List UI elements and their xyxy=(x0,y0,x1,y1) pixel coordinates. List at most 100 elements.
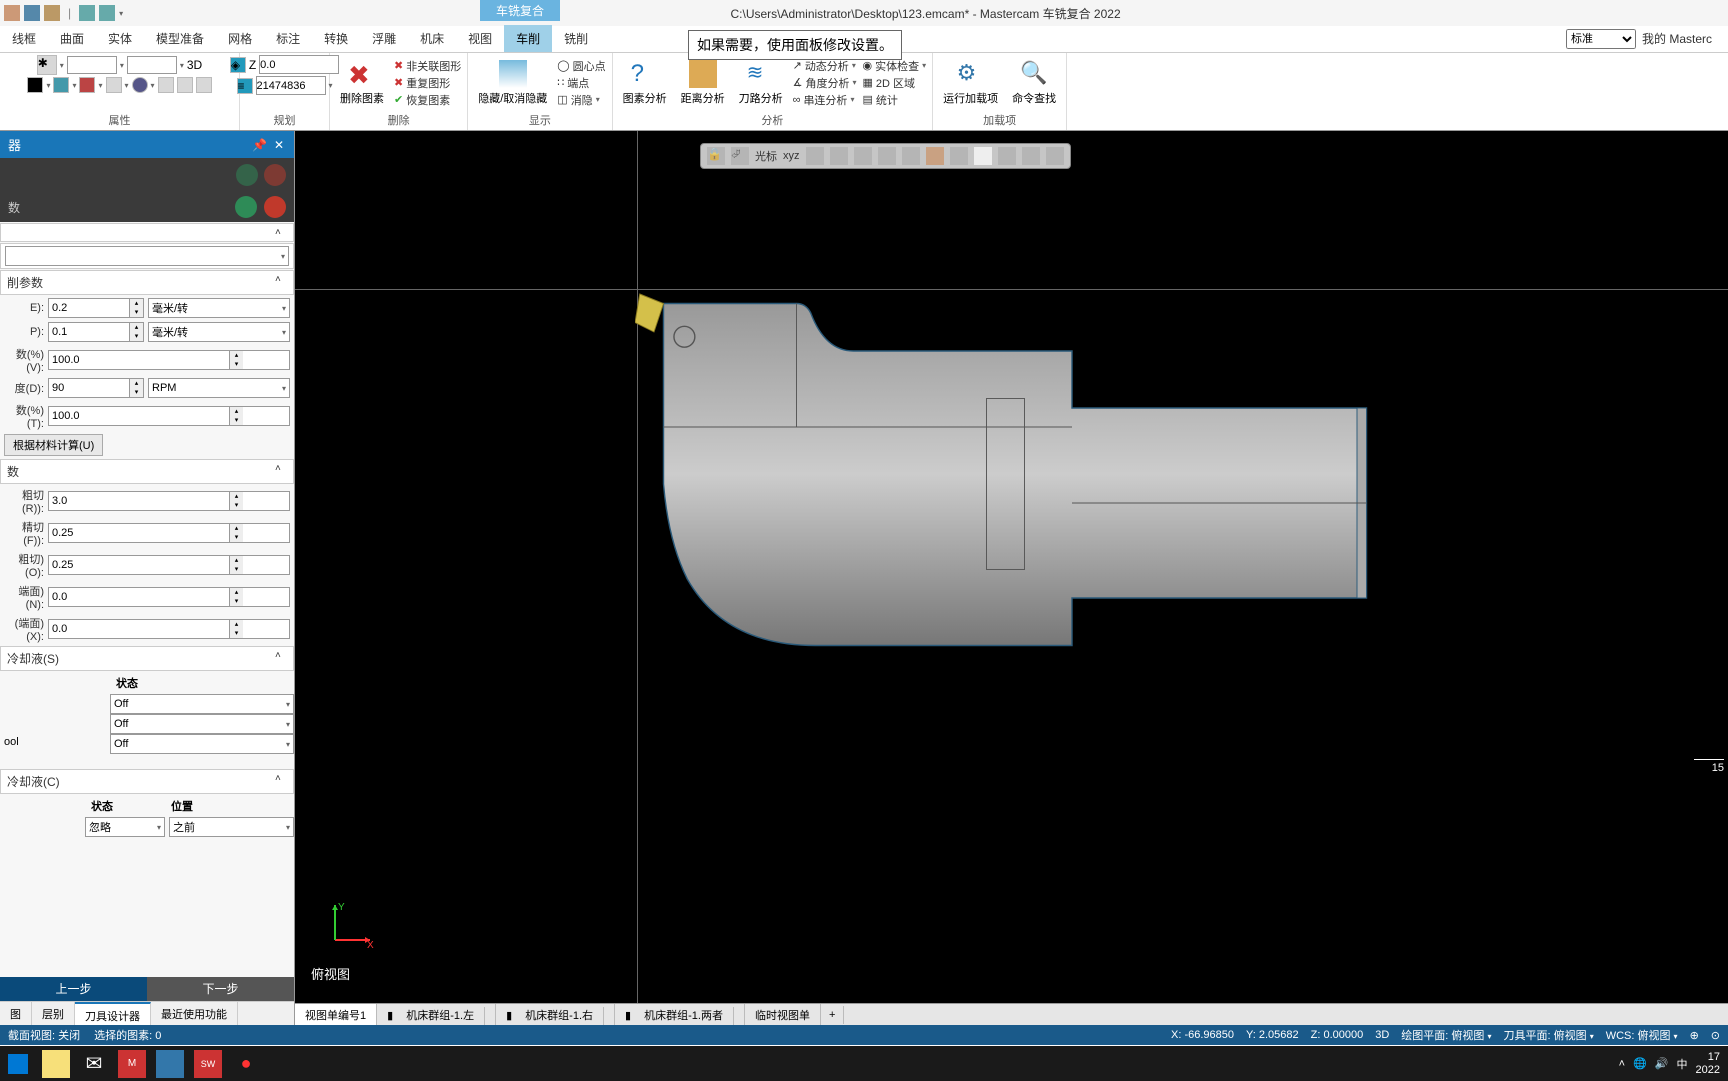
prev-step-button[interactable]: 上一步 xyxy=(0,977,147,1001)
angle-button[interactable]: ∡角度分析▾ xyxy=(793,75,857,91)
coolant-c-status[interactable]: 忽略▾ xyxy=(85,817,165,837)
section-coolant-s[interactable]: 冷却液(S)˄ xyxy=(0,646,294,671)
graphics-viewport[interactable]: 🔒 ⮰ 光标 xyz xyxy=(295,131,1728,1025)
z-icon[interactable]: ◈ xyxy=(230,57,246,73)
tray-up-icon[interactable]: ˄ xyxy=(1619,1058,1625,1070)
tab-levels-1[interactable]: 层别 xyxy=(32,1002,75,1025)
tab-milling[interactable]: 铣削 xyxy=(552,25,600,52)
analyze-entity-button[interactable]: ?图素分析 xyxy=(619,58,671,108)
section-params-header[interactable]: 削参数˄ xyxy=(0,270,294,295)
status-tplane[interactable]: 刀具平面: 俯视图 ▾ xyxy=(1504,1027,1594,1043)
task-record[interactable]: ● xyxy=(232,1050,260,1078)
delete-entities-button[interactable]: ✖ 删除图素 xyxy=(336,58,388,108)
status-mode[interactable]: 3D xyxy=(1375,1029,1389,1041)
fb-9-icon[interactable] xyxy=(998,147,1016,165)
run-addin-button[interactable]: ⚙运行加载项 xyxy=(939,58,1002,108)
fill-icon[interactable] xyxy=(53,77,69,93)
pct-t-input[interactable]: ▴▾ xyxy=(48,406,290,426)
chain-button[interactable]: ∞串连分析▾ xyxy=(793,92,857,108)
tab-turning[interactable]: 车削 xyxy=(504,25,552,52)
blank-button[interactable]: ◫消隐▾ xyxy=(557,92,605,108)
tab-mesh[interactable]: 网格 xyxy=(216,25,264,52)
centerpt-button[interactable]: ◯圆心点 xyxy=(557,58,605,74)
fb-1-icon[interactable] xyxy=(806,147,824,165)
layers-icon[interactable]: ≡ xyxy=(237,78,253,94)
cancel-button[interactable] xyxy=(264,196,286,218)
close-icon[interactable]: ✕ xyxy=(272,138,286,152)
coolant-2-combo[interactable]: Off▾ xyxy=(110,714,294,734)
fb-2-icon[interactable] xyxy=(830,147,848,165)
f-input[interactable]: ▴▾ xyxy=(48,523,290,543)
fb-5-icon[interactable] xyxy=(902,147,920,165)
tab-solid[interactable]: 实体 xyxy=(96,25,144,52)
print-icon[interactable] xyxy=(4,5,20,21)
star-icon[interactable]: ✱ xyxy=(37,55,57,75)
coolant-1-combo[interactable]: Off▾ xyxy=(110,694,294,714)
top-empty-combo[interactable]: ▾ xyxy=(5,246,289,266)
task-solidworks[interactable]: SW xyxy=(194,1050,222,1078)
feed-p-unit[interactable]: 毫米/转▾ xyxy=(148,322,290,342)
task-file-explorer[interactable] xyxy=(42,1050,70,1078)
status-ico-2[interactable]: ⊙ xyxy=(1711,1029,1720,1042)
command-finder-button[interactable]: 🔍命令查找 xyxy=(1008,58,1060,108)
tray-volume-icon[interactable]: 🔊 xyxy=(1655,1057,1669,1070)
speed-d-input[interactable]: ▴▾ xyxy=(48,378,144,398)
tab-art[interactable]: 浮雕 xyxy=(360,25,408,52)
r-input[interactable]: ▴▾ xyxy=(48,491,290,511)
feed-e-unit[interactable]: 毫米/转▾ xyxy=(148,298,290,318)
n-input[interactable]: ▴▾ xyxy=(48,587,290,607)
tab-view[interactable]: 视图 xyxy=(456,25,504,52)
line-icon[interactable] xyxy=(106,77,122,93)
fb-3-icon[interactable] xyxy=(854,147,872,165)
viewsheet-5[interactable]: 临时视图单 xyxy=(745,1004,821,1026)
add-viewsheet-button[interactable]: + xyxy=(821,1006,844,1024)
my-mastercam-link[interactable]: 我的 Masterc xyxy=(1636,25,1724,52)
next-step-button[interactable]: 下一步 xyxy=(147,977,294,1001)
tab-levels-3[interactable]: 最近使用功能 xyxy=(151,1002,238,1025)
list-icon[interactable] xyxy=(196,77,212,93)
coolant-c-pos[interactable]: 之前▾ xyxy=(169,817,294,837)
viewsheet-4[interactable]: ▮ 机床群组-1.两者 xyxy=(615,1004,745,1026)
cursor-icon[interactable]: ⮰ xyxy=(731,147,749,165)
tray-ime[interactable]: 中 xyxy=(1677,1056,1688,1072)
task-app2[interactable] xyxy=(156,1050,184,1078)
area2d-button[interactable]: ▦2D 区域 xyxy=(862,75,926,91)
grid2-icon[interactable] xyxy=(177,77,193,93)
stats-button[interactable]: ▤统计 xyxy=(862,92,926,108)
status-ico-1[interactable]: ⊕ xyxy=(1690,1029,1699,1042)
restore-button[interactable]: ✔恢复图素 xyxy=(394,92,461,108)
task-mail[interactable]: ✉ xyxy=(80,1050,108,1078)
hide-button[interactable]: 隐藏/取消隐藏 xyxy=(474,58,551,108)
fb-7-icon[interactable] xyxy=(950,147,968,165)
tab-machine[interactable]: 机床 xyxy=(408,25,456,52)
section2-header[interactable]: 数˄ xyxy=(0,459,294,484)
apply-button[interactable] xyxy=(235,196,257,218)
tab-levels-0[interactable]: 图 xyxy=(0,1002,32,1025)
lock-icon[interactable]: 🔒 xyxy=(707,147,725,165)
save-icon[interactable] xyxy=(24,5,40,21)
coolant-3-combo[interactable]: Off▾ xyxy=(110,734,294,754)
viewsheet-3[interactable]: ▮ 机床群组-1.右 xyxy=(496,1004,615,1026)
fb-11-icon[interactable] xyxy=(1046,147,1064,165)
globe-icon[interactable] xyxy=(132,77,148,93)
fb-10-icon[interactable] xyxy=(1022,147,1040,165)
status-wcs[interactable]: WCS: 俯视图 ▾ xyxy=(1606,1027,1678,1043)
toolpath-analyze-button[interactable]: ≋刀路分析 xyxy=(735,58,787,108)
fb-8-icon[interactable] xyxy=(974,147,992,165)
x-input[interactable]: ▴▾ xyxy=(48,619,290,639)
pin-icon[interactable]: 📌 xyxy=(252,138,266,152)
fb-6-icon[interactable] xyxy=(926,147,944,165)
tab-drafting[interactable]: 标注 xyxy=(264,25,312,52)
section-cutting-params[interactable]: ˄ xyxy=(0,223,294,242)
tab-surface[interactable]: 曲面 xyxy=(48,25,96,52)
o-input[interactable]: ▴▾ xyxy=(48,555,290,575)
tray-network-icon[interactable]: 🌐 xyxy=(1633,1057,1647,1070)
view-style-combo[interactable]: 标准 xyxy=(1566,29,1636,49)
status-cplane[interactable]: 绘图平面: 俯视图 ▾ xyxy=(1401,1027,1491,1043)
copy-icon[interactable] xyxy=(44,5,60,21)
xyz-label[interactable]: xyz xyxy=(783,150,800,162)
section-coolant-c[interactable]: 冷却液(C)˄ xyxy=(0,769,294,794)
feed-p-input[interactable]: ▴▾ xyxy=(48,322,144,342)
color-icon[interactable] xyxy=(27,77,43,93)
feed-e-input[interactable]: ▴▾ xyxy=(48,298,144,318)
